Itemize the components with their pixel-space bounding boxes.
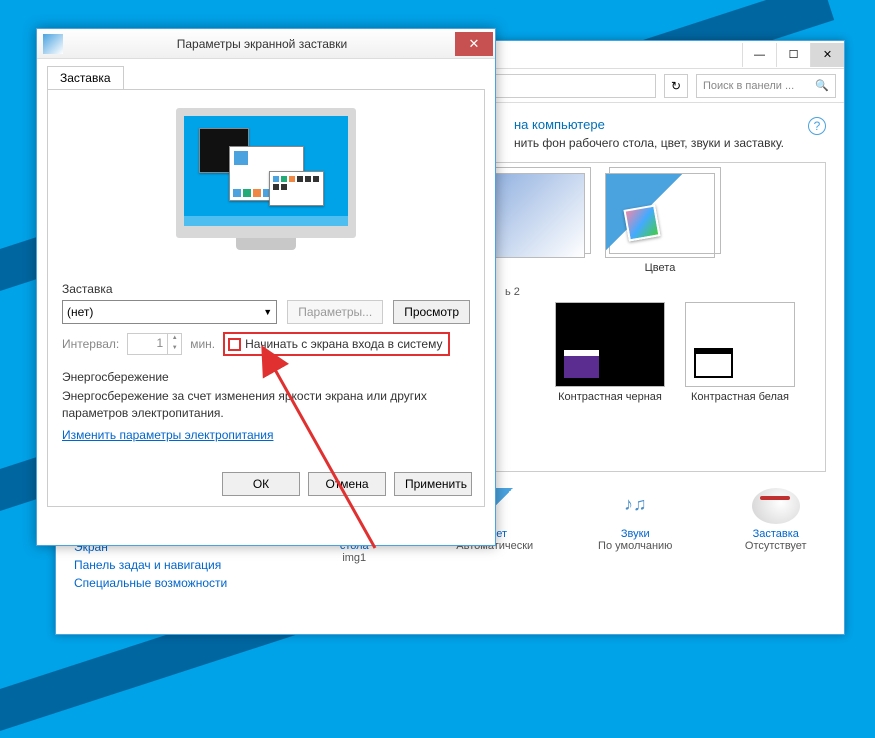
theme-item-colors[interactable]: Цвета xyxy=(605,173,715,274)
preview-window xyxy=(269,171,324,206)
spinner-down-icon[interactable]: ▼ xyxy=(168,344,181,354)
dialog-titlebar[interactable]: Параметры экранной заставки ✕ xyxy=(37,29,495,59)
theme-label: Цвета xyxy=(605,262,715,274)
option-label: Звуки xyxy=(585,528,686,540)
tab-panel: Заставка (нет) ▼ Параметры... Просмотр И… xyxy=(47,89,485,507)
screensaver-icon xyxy=(752,488,800,524)
link-accessibility[interactable]: Специальные возможности xyxy=(74,576,227,590)
theme-item-hc-partial[interactable] xyxy=(494,302,535,403)
screensaver-preview-monitor xyxy=(166,108,366,268)
theme-item-hc-black[interactable]: Контрастная черная xyxy=(555,302,665,403)
select-value: (нет) xyxy=(67,305,93,319)
search-placeholder: Поиск в панели ... xyxy=(703,80,794,92)
chevron-down-icon: ▼ xyxy=(263,307,272,317)
dialog-body: Заставка Заставка (нет) ▼ xyxy=(37,59,495,513)
option-label: Заставка xyxy=(726,528,827,540)
highlighted-checkbox-area: Начинать с экрана входа в систему xyxy=(223,332,450,356)
dialog-icon xyxy=(43,34,63,54)
apply-button[interactable]: Применить xyxy=(394,472,472,496)
search-input[interactable]: Поиск в панели ... 🔍 xyxy=(696,74,836,98)
dialog-footer: ОК Отмена Применить xyxy=(222,472,472,496)
minimize-button[interactable]: — xyxy=(742,43,776,67)
interval-value: 1 xyxy=(128,334,167,354)
close-button[interactable]: ✕ xyxy=(455,32,493,56)
option-value: По умолчанию xyxy=(598,540,672,552)
option-value: Отсутствует xyxy=(745,540,807,552)
see-also-links: Экран Панель задач и навигация Специальн… xyxy=(74,540,227,594)
search-icon: 🔍 xyxy=(815,79,829,92)
screensaver-settings-dialog: Параметры экранной заставки ✕ Заставка З… xyxy=(36,28,496,546)
theme-label: Контрастная белая xyxy=(685,391,795,403)
energy-section-text: Энергосбережение за счет изменения яркос… xyxy=(62,388,470,422)
theme-item-hc-white[interactable]: Контрастная белая xyxy=(685,302,795,403)
theme-section-label: ь 2 xyxy=(505,286,815,298)
theme-item[interactable] xyxy=(494,173,585,274)
interval-label: Интервал: xyxy=(62,337,119,351)
ok-button[interactable]: ОК xyxy=(222,472,300,496)
checkbox-label: Начинать с экрана входа в систему xyxy=(245,337,442,351)
themes-scrollbox[interactable]: Цвета ь 2 Контрастная черная Контрастная… xyxy=(494,162,826,472)
screensaver-option[interactable]: Заставка Отсутствует xyxy=(726,488,827,564)
maximize-button[interactable]: ☐ xyxy=(776,43,810,67)
power-settings-link[interactable]: Изменить параметры электропитания xyxy=(62,428,273,442)
help-icon[interactable]: ? xyxy=(808,117,826,135)
screensaver-section-label: Заставка xyxy=(62,282,470,296)
option-value: img1 xyxy=(342,552,366,564)
dialog-title: Параметры экранной заставки xyxy=(69,37,455,51)
energy-section-title: Энергосбережение xyxy=(62,370,470,384)
sound-icon xyxy=(611,488,659,524)
tab-screensaver[interactable]: Заставка xyxy=(47,66,124,90)
sound-option[interactable]: Звуки По умолчанию xyxy=(585,488,686,564)
interval-spinner[interactable]: 1 ▲ ▼ xyxy=(127,333,182,355)
settings-button[interactable]: Параметры... xyxy=(287,300,383,324)
link-taskbar[interactable]: Панель задач и навигация xyxy=(74,558,227,572)
refresh-button[interactable]: ↻ xyxy=(664,74,688,98)
close-button[interactable]: ✕ xyxy=(810,43,844,67)
theme-label: Контрастная черная xyxy=(555,391,665,403)
screensaver-select[interactable]: (нет) ▼ xyxy=(62,300,277,324)
preview-button[interactable]: Просмотр xyxy=(393,300,470,324)
interval-unit: мин. xyxy=(190,337,215,351)
login-screen-checkbox[interactable] xyxy=(228,338,241,351)
spinner-up-icon[interactable]: ▲ xyxy=(168,334,181,344)
cancel-button[interactable]: Отмена xyxy=(308,472,386,496)
